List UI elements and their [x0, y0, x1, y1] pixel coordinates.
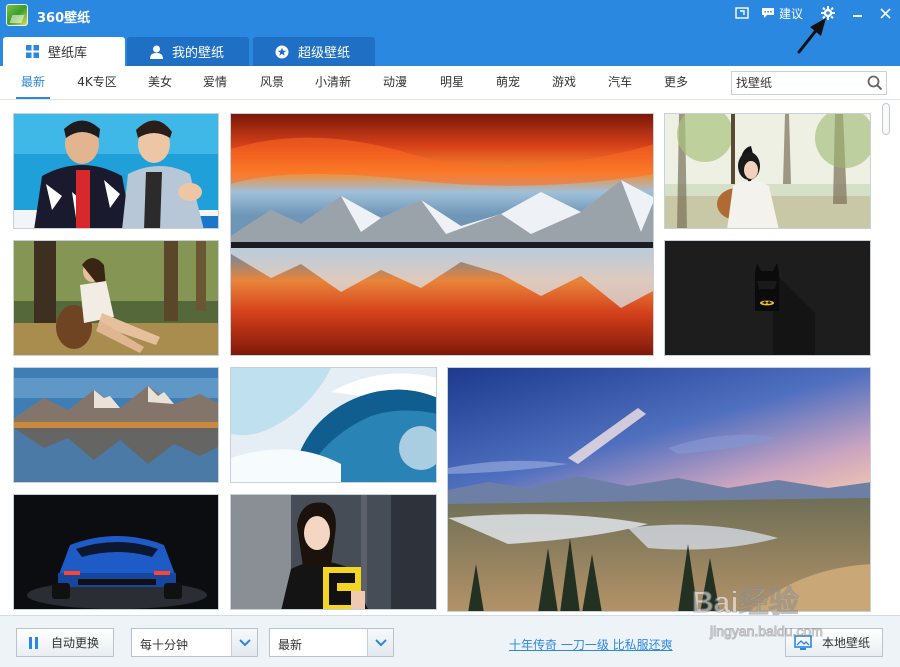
tab-label: 壁纸库: [48, 46, 88, 61]
bottom-bar: 自动更换 每十分钟 最新 十年传奇 一刀一级 比私服还爽 本地壁纸: [0, 615, 900, 667]
wallpaper-sportscar[interactable]: [13, 494, 219, 610]
tab-label: 我的壁纸: [172, 46, 225, 61]
category-beauty[interactable]: 美女: [145, 66, 175, 99]
grid-icon: [25, 45, 39, 59]
monitor-icon: [794, 634, 812, 650]
interval-select[interactable]: 每十分钟: [131, 628, 258, 657]
wallpaper-batman[interactable]: [664, 240, 871, 356]
category-games[interactable]: 游戏: [549, 66, 579, 99]
wallpaper-grid: [0, 101, 900, 615]
search-box: [731, 71, 887, 95]
minimize-button[interactable]: [848, 4, 866, 22]
order-select[interactable]: 最新: [269, 628, 394, 657]
app-logo-icon: [6, 4, 28, 26]
category-4k[interactable]: 4K专区: [73, 66, 121, 99]
wallpaper-mountain-lake[interactable]: [13, 367, 219, 483]
tab-my-wallpapers[interactable]: 我的壁纸: [127, 37, 249, 66]
wallpaper-alpine-valley[interactable]: [447, 367, 871, 612]
tab-wallpaper-library[interactable]: 壁纸库: [3, 37, 125, 66]
close-button[interactable]: [876, 4, 894, 22]
user-icon: [149, 45, 163, 59]
skin-icon: [735, 6, 749, 19]
category-more[interactable]: 更多: [661, 66, 691, 99]
tab-label: 超级壁纸: [298, 46, 351, 61]
category-cars[interactable]: 汽车: [605, 66, 635, 99]
interval-value: 每十分钟: [140, 638, 189, 652]
local-wallpaper-button[interactable]: 本地壁纸: [785, 628, 883, 657]
promo-link[interactable]: 十年传奇 一刀一级 比私服还爽: [509, 636, 673, 653]
category-stars[interactable]: 明星: [437, 66, 467, 99]
wallpaper-girl-guitar[interactable]: [664, 113, 871, 229]
auto-change-label: 自动更换: [51, 636, 100, 650]
search-icon[interactable]: [867, 75, 883, 91]
tab-super-wallpapers[interactable]: 超级壁纸: [253, 37, 375, 66]
star-icon: [275, 45, 289, 59]
app-title: 360壁纸: [37, 11, 91, 26]
chevron-down-icon[interactable]: [231, 629, 257, 656]
title-bar: 360壁纸 建议 壁纸库 我的壁纸 超级壁纸: [0, 0, 900, 66]
category-pets[interactable]: 萌宠: [493, 66, 523, 99]
main-tabs: 壁纸库 我的壁纸 超级壁纸: [0, 37, 900, 66]
local-wallpaper-label: 本地壁纸: [822, 636, 871, 650]
close-icon: [879, 7, 891, 19]
category-latest[interactable]: 最新: [16, 66, 50, 99]
pause-icon: [29, 636, 39, 649]
search-input[interactable]: [736, 75, 862, 91]
auto-change-button[interactable]: 自动更换: [16, 628, 114, 657]
wallpaper-forest-girl[interactable]: [13, 240, 219, 356]
wallpaper-celebrities-duo[interactable]: [13, 113, 219, 229]
category-love[interactable]: 爱情: [200, 66, 230, 99]
category-bar: 最新 4K专区 美女 爱情 风景 小清新 动漫 明星 萌宠 游戏 汽车 更多: [0, 66, 900, 100]
chevron-down-icon[interactable]: [367, 629, 393, 656]
chat-bubble-icon: [762, 8, 774, 18]
order-value: 最新: [278, 638, 303, 652]
category-anime[interactable]: 动漫: [380, 66, 410, 99]
wallpaper-ocean-wave[interactable]: [230, 367, 437, 483]
category-fresh[interactable]: 小清新: [310, 66, 356, 99]
wallpaper-sunset-lake[interactable]: [230, 113, 654, 356]
wallpaper-smiling-girl[interactable]: [230, 494, 437, 610]
category-scenery[interactable]: 风景: [257, 66, 287, 99]
scrollbar-thumb[interactable]: [882, 103, 890, 135]
grid-scrollbar[interactable]: [880, 101, 892, 615]
skin-button[interactable]: [733, 4, 751, 22]
